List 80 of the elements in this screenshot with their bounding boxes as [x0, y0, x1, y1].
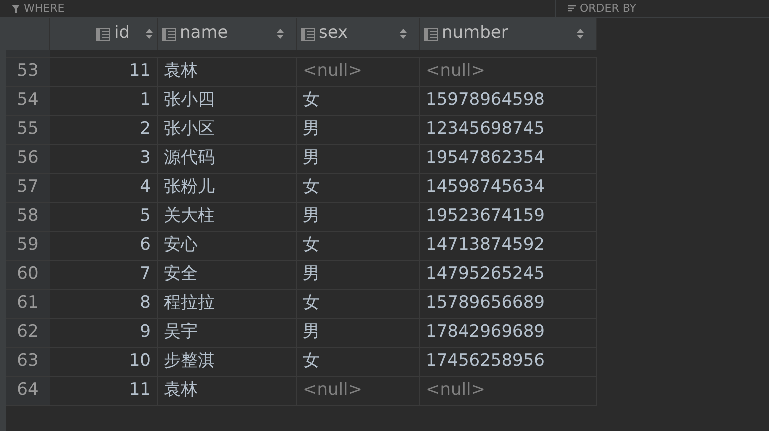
table-cell: <null> — [420, 58, 597, 86]
table-cell: 6 — [50, 232, 158, 260]
table-cell: 男 — [297, 261, 420, 289]
table-cell: 3 — [50, 145, 158, 173]
row-number: 62 — [6, 319, 50, 347]
table-cell: 17456258956 — [420, 348, 597, 376]
row-number: 56 — [6, 145, 50, 173]
table-cell: 男 — [297, 145, 420, 173]
table-cell: 5 — [50, 203, 158, 231]
table-cell: 安心 — [158, 232, 297, 260]
table-cell: 男 — [297, 203, 420, 231]
sort-icon[interactable] — [577, 29, 584, 39]
row-number: 58 — [6, 203, 50, 231]
table-cell: 男 — [297, 319, 420, 347]
table-cell: 女 — [297, 174, 420, 202]
table-cell: 步整淇 — [158, 348, 297, 376]
column-icon — [424, 28, 438, 40]
table-cell: 4 — [50, 174, 158, 202]
row-number: 63 — [6, 348, 50, 376]
column-icon — [301, 28, 315, 40]
table-cell: <null> — [297, 377, 420, 405]
table-cell: 源代码 — [158, 145, 297, 173]
row-number: 64 — [6, 377, 50, 405]
sort-icon[interactable] — [277, 29, 284, 39]
table-cell: 吴宇 — [158, 319, 297, 347]
table-cell: 9 — [50, 319, 158, 347]
column-header[interactable]: sex — [297, 18, 420, 50]
table-cell: 安全 — [158, 261, 297, 289]
table-cell: 15978964598 — [420, 87, 597, 115]
filter-icon — [12, 4, 20, 12]
table-cell: 关大柱 — [158, 203, 297, 231]
table-cell: 张小区 — [158, 116, 297, 144]
table-cell: 14598745634 — [420, 174, 597, 202]
table-cell: 17842969689 — [420, 319, 597, 347]
table-cell: 12345698745 — [420, 116, 597, 144]
sort-icon[interactable] — [146, 29, 153, 39]
table-cell: 2 — [50, 116, 158, 144]
table-cell: 10 — [50, 348, 158, 376]
table-cell: 7 — [50, 261, 158, 289]
where-filter-field[interactable]: WHERE — [24, 3, 65, 14]
order-by-field[interactable]: ORDER BY — [580, 3, 637, 14]
column-icon — [96, 28, 110, 40]
row-number: 54 — [6, 87, 50, 115]
table-cell: 张小四 — [158, 87, 297, 115]
row-number: 57 — [6, 174, 50, 202]
table-cell: <null> — [420, 377, 597, 405]
table-cell: 1 — [50, 87, 158, 115]
row-number: 61 — [6, 290, 50, 318]
row-number: 59 — [6, 232, 50, 260]
table-cell: 11 — [50, 377, 158, 405]
column-header[interactable]: name — [158, 18, 297, 50]
column-icon — [162, 28, 176, 40]
column-header[interactable]: number — [420, 18, 597, 50]
table-cell: 14795265245 — [420, 261, 597, 289]
row-number: 55 — [6, 116, 50, 144]
table-cell: 程拉拉 — [158, 290, 297, 318]
column-header[interactable]: id — [50, 18, 158, 50]
column-label: number — [442, 22, 508, 46]
table-cell: 19547862354 — [420, 145, 597, 173]
column-label: name — [180, 22, 228, 46]
table-cell: 女 — [297, 290, 420, 318]
table-cell: 14713874592 — [420, 232, 597, 260]
table-cell: 女 — [297, 232, 420, 260]
table-cell: 男 — [297, 116, 420, 144]
table-cell: 19523674159 — [420, 203, 597, 231]
row-number: 53 — [6, 58, 50, 86]
row-number: 60 — [6, 261, 50, 289]
table-cell: 女 — [297, 348, 420, 376]
table-cell: 15789656689 — [420, 290, 597, 318]
table-cell: 11 — [50, 58, 158, 86]
column-label: sex — [319, 22, 348, 46]
table-cell: 袁林 — [158, 58, 297, 86]
sort-icon[interactable] — [400, 29, 407, 39]
table-cell: 女 — [297, 87, 420, 115]
table-cell: 袁林 — [158, 377, 297, 405]
column-label: id — [114, 22, 130, 46]
table-cell: <null> — [297, 58, 420, 86]
table-cell: 8 — [50, 290, 158, 318]
sort-lines-icon — [568, 5, 576, 12]
table-cell: 张粉儿 — [158, 174, 297, 202]
